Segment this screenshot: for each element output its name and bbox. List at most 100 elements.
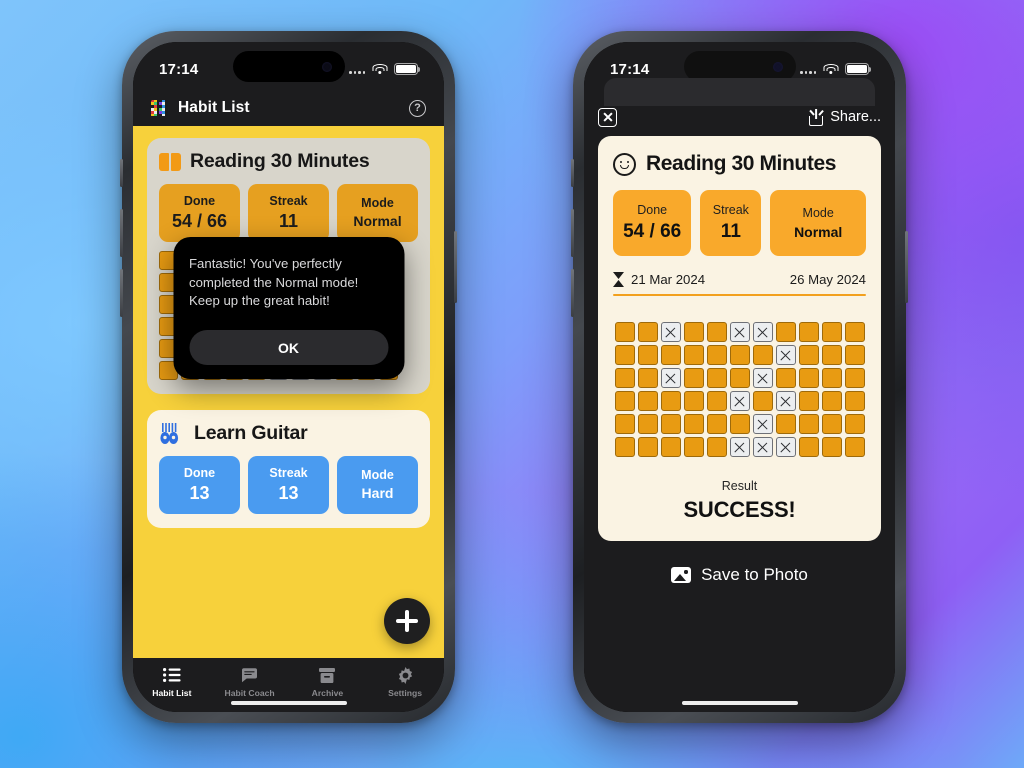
- grid-cell-done: [159, 251, 178, 270]
- grid-cell-done: [159, 361, 178, 380]
- grid-cell-missed: [729, 322, 750, 343]
- result-value: SUCCESS!: [683, 497, 796, 523]
- power-button[interactable]: [905, 231, 908, 303]
- habit-completion-grid: [159, 251, 418, 380]
- grid-cell-done: [706, 322, 727, 343]
- volume-up-button[interactable]: [120, 209, 123, 257]
- status-bar-left: 17:14: [133, 42, 444, 90]
- grid-cell-done: [159, 339, 178, 358]
- stat-value: Normal: [353, 213, 402, 229]
- tab-settings[interactable]: Settings: [366, 666, 444, 698]
- grid-cell-missed: [313, 317, 332, 336]
- close-box-icon[interactable]: [598, 107, 617, 127]
- grid-cell-done: [203, 273, 222, 292]
- power-button[interactable]: [454, 231, 457, 303]
- volume-down-button[interactable]: [571, 269, 574, 317]
- grid-cell-missed: [269, 361, 288, 380]
- stat-label: Mode: [361, 468, 394, 482]
- grid-cell-done: [225, 273, 244, 292]
- grid-cell-done: [247, 361, 266, 380]
- grid-cell-done: [844, 414, 865, 435]
- grid-cell-done: [844, 345, 865, 366]
- grid-cell-done: [357, 295, 376, 314]
- mute-switch[interactable]: [571, 159, 574, 187]
- grid-cell-missed: [203, 251, 222, 270]
- tab-label: Settings: [388, 687, 423, 698]
- app-header: Habit List ?: [133, 90, 444, 126]
- stat-streak[interactable]: Streak 11: [248, 184, 329, 242]
- grid-cell-done: [269, 295, 288, 314]
- tab-label: Habit Coach: [224, 687, 275, 698]
- grid-cell-done: [660, 414, 681, 435]
- stat-done[interactable]: Done 13: [159, 456, 240, 514]
- habit-card-guitar[interactable]: Learn Guitar Done 13 Streak 13 Mode Hard: [147, 410, 430, 528]
- grid-cell-done: [357, 361, 376, 380]
- stat-value: 11: [720, 221, 741, 242]
- grid-cell-done: [614, 391, 635, 412]
- home-indicator[interactable]: [230, 700, 347, 705]
- volume-down-button[interactable]: [120, 269, 123, 317]
- habit-completion-grid: [614, 322, 865, 458]
- habit-card-reading[interactable]: Reading 30 Minutes Done 54 / 66 Streak 1…: [147, 138, 430, 394]
- grid-cell-done: [247, 295, 266, 314]
- home-indicator[interactable]: [681, 700, 798, 705]
- grid-cell-done: [775, 368, 796, 389]
- grid-cell-done: [614, 414, 635, 435]
- grid-cell-done: [844, 391, 865, 412]
- volume-up-button[interactable]: [571, 209, 574, 257]
- result-block: Result SUCCESS!: [613, 479, 866, 523]
- stat-value: Normal: [794, 224, 843, 240]
- date-range: 21 Mar 2024 26 May 2024: [613, 272, 866, 287]
- save-label: Save to Photo: [701, 565, 808, 585]
- grid-cell-done: [683, 322, 704, 343]
- habit-name: Learn Guitar: [194, 422, 308, 444]
- signal-dots-icon: [800, 65, 816, 74]
- front-camera-icon: [772, 61, 783, 72]
- tab-archive[interactable]: Archive: [289, 667, 367, 698]
- grid-cell-done: [159, 273, 178, 292]
- date-range-rule: [613, 294, 866, 297]
- list-icon: [162, 667, 181, 684]
- add-habit-button[interactable]: [384, 598, 430, 644]
- stat-label: Mode: [361, 196, 394, 210]
- stat-streak: Streak 11: [700, 190, 762, 256]
- stat-mode[interactable]: Mode Normal: [337, 184, 418, 242]
- stat-streak[interactable]: Streak 13: [248, 456, 329, 514]
- grid-cell-missed: [291, 295, 310, 314]
- chat-icon: [241, 667, 258, 684]
- stat-done[interactable]: Done 54 / 66: [159, 184, 240, 242]
- grid-cell-done: [637, 414, 658, 435]
- stat-mode[interactable]: Mode Hard: [337, 456, 418, 514]
- grid-cell-done: [225, 317, 244, 336]
- habit-name: Reading 30 Minutes: [190, 150, 370, 172]
- grid-cell-done: [683, 391, 704, 412]
- tab-label: Archive: [311, 687, 344, 698]
- tab-label: Habit List: [152, 687, 192, 698]
- stat-value: 54 / 66: [623, 221, 682, 242]
- share-button[interactable]: Share...: [809, 108, 881, 126]
- habit-list-logo-icon: [151, 99, 168, 117]
- grid-cell-missed: [752, 368, 773, 389]
- grid-cell-missed: [775, 437, 796, 458]
- grid-cell-missed: [775, 345, 796, 366]
- grid-cell-done: [159, 317, 178, 336]
- grid-cell-done: [729, 345, 750, 366]
- grid-cell-done: [357, 273, 376, 292]
- save-to-photo-button[interactable]: Save to Photo: [598, 565, 881, 585]
- stat-label: Streak: [269, 465, 308, 480]
- tab-habit-list[interactable]: Habit List: [133, 667, 211, 698]
- tab-habit-coach[interactable]: Habit Coach: [211, 667, 289, 698]
- help-circle-icon[interactable]: ?: [409, 99, 426, 117]
- smiley-face-icon: [613, 152, 636, 176]
- grid-cell-done: [313, 251, 332, 270]
- battery-icon: [845, 63, 872, 75]
- grid-cell-done: [706, 437, 727, 458]
- mute-switch[interactable]: [120, 159, 123, 187]
- grid-cell-done: [379, 361, 398, 380]
- summary-stats: Done 54 / 66 Streak 11 Mode Normal: [613, 190, 866, 256]
- grid-cell-done: [203, 361, 222, 380]
- stat-value: Hard: [361, 485, 394, 501]
- left-screen: 17:14 Habit List ? Reading 30 Minutes Do…: [133, 42, 444, 712]
- grid-cell-missed: [729, 437, 750, 458]
- grid-cell-missed: [313, 361, 332, 380]
